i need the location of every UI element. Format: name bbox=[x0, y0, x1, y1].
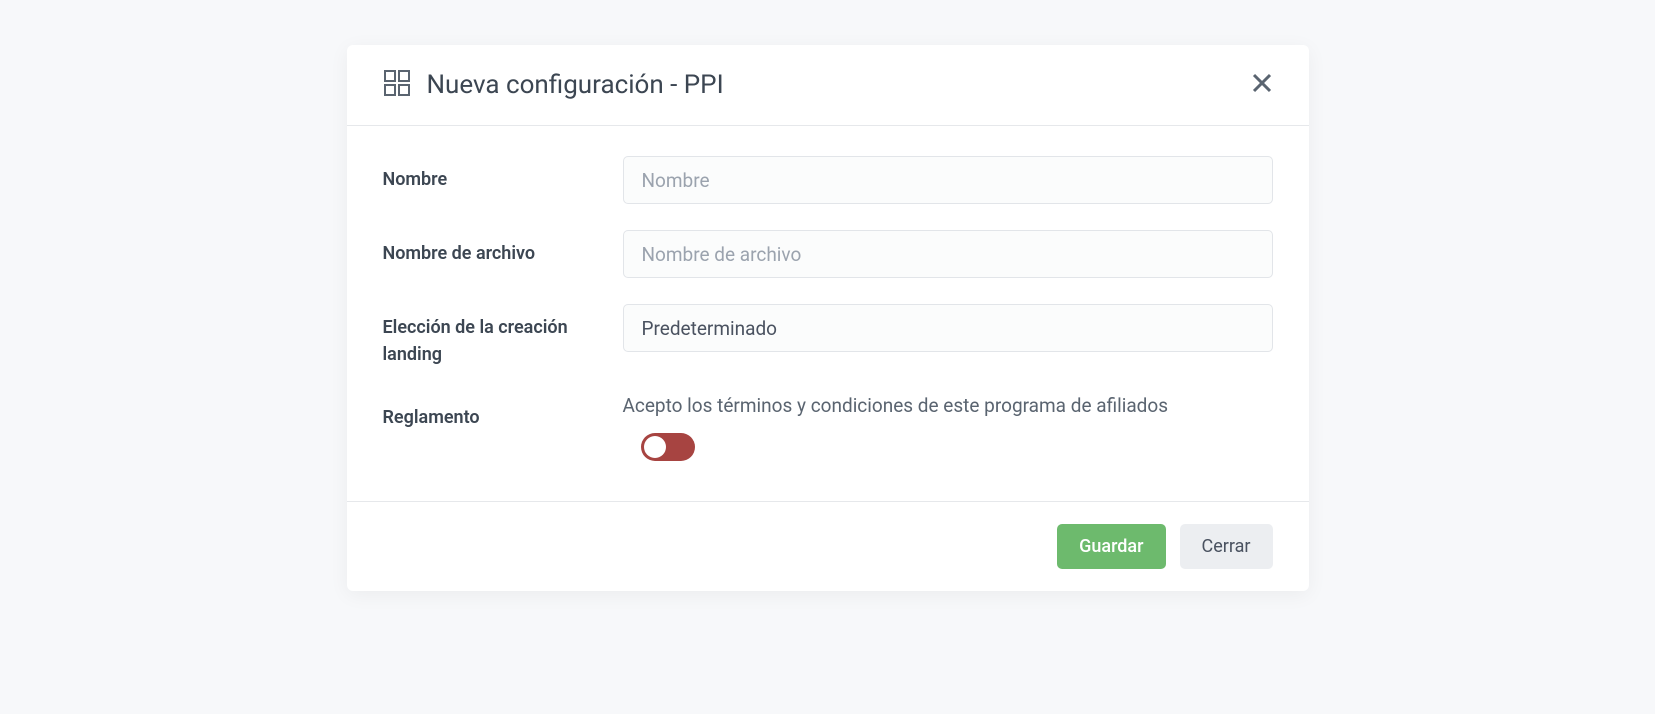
modal-body: Nombre Nombre de archivo Elección de la … bbox=[347, 126, 1309, 501]
form-row-filename: Nombre de archivo bbox=[383, 230, 1273, 278]
save-button[interactable]: Guardar bbox=[1057, 524, 1165, 569]
name-label: Nombre bbox=[383, 156, 623, 193]
form-row-name: Nombre bbox=[383, 156, 1273, 204]
filename-label: Nombre de archivo bbox=[383, 230, 623, 267]
filename-input[interactable] bbox=[623, 230, 1273, 278]
modal-title: Nueva configuración - PPI bbox=[427, 70, 724, 100]
regulation-control: Acepto los términos y condiciones de est… bbox=[623, 394, 1273, 461]
form-row-regulation: Reglamento Acepto los términos y condici… bbox=[383, 394, 1273, 461]
modal-footer: Guardar Cerrar bbox=[347, 501, 1309, 591]
landing-label: Elección de la creación landing bbox=[383, 304, 623, 368]
config-modal: Nueva configuración - PPI Nombre Nombre … bbox=[347, 45, 1309, 591]
grid-icon bbox=[383, 69, 411, 101]
name-control bbox=[623, 156, 1273, 204]
terms-text: Acepto los términos y condiciones de est… bbox=[623, 394, 1273, 417]
modal-title-wrap: Nueva configuración - PPI bbox=[383, 69, 724, 101]
regulation-label: Reglamento bbox=[383, 394, 623, 431]
close-icon[interactable] bbox=[1251, 72, 1273, 98]
modal-header: Nueva configuración - PPI bbox=[347, 45, 1309, 126]
name-input[interactable] bbox=[623, 156, 1273, 204]
landing-select[interactable]: Predeterminado bbox=[623, 304, 1273, 352]
filename-control bbox=[623, 230, 1273, 278]
toggle-knob bbox=[644, 436, 666, 458]
close-button[interactable]: Cerrar bbox=[1180, 524, 1273, 569]
landing-control: Predeterminado bbox=[623, 304, 1273, 352]
form-row-landing: Elección de la creación landing Predeter… bbox=[383, 304, 1273, 368]
terms-toggle[interactable] bbox=[641, 433, 695, 461]
